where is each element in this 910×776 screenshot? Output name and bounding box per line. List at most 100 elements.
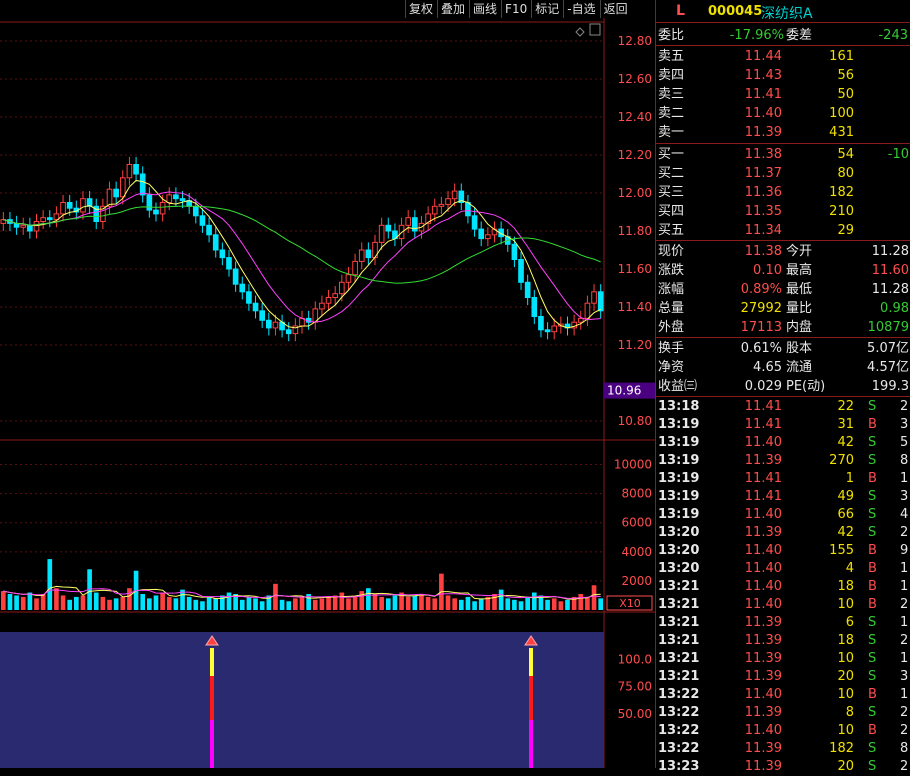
tick-price: 11.39	[744, 651, 782, 666]
candle-body	[471, 215, 478, 230]
fin-value: 0.61%	[740, 341, 782, 356]
bid-row: 买一 11.38 54 -10	[656, 145, 910, 164]
tick-count: 1	[900, 615, 909, 630]
volume-unit-label: X10	[619, 597, 641, 610]
toolbar-button-6[interactable]: 返回	[599, 0, 631, 18]
price-chart[interactable]: 12.80 12.60 12.40 12.20 12.00 11.80 11.60 11.40…	[0, 0, 655, 768]
indicator-bar-top	[529, 648, 533, 676]
volume-bar	[551, 598, 557, 610]
bid-price: 11.37	[744, 166, 782, 181]
candle-body	[20, 224, 27, 228]
candle-body	[126, 164, 133, 179]
candle-body	[365, 249, 372, 259]
candle-body	[531, 297, 538, 317]
volume-bar	[312, 599, 318, 610]
price-tick-label: 12.40	[618, 110, 652, 124]
tick-side: S	[868, 705, 877, 720]
candle-body	[538, 316, 544, 331]
price-tick-label: 11.80	[618, 224, 652, 238]
tick-price: 11.39	[744, 669, 782, 684]
tick-row: 13:19 11.41 1 B 1	[656, 469, 910, 488]
tick-side: S	[868, 525, 877, 540]
stock-code: 000045	[708, 4, 763, 19]
bid-volume: 54	[837, 147, 854, 162]
bid-row: 买三 11.36 182	[656, 183, 910, 202]
volume-bar	[173, 598, 179, 610]
tick-volume: 49	[837, 489, 854, 504]
tick-count: 2	[900, 597, 909, 612]
candle-body	[445, 198, 451, 205]
indicator-bar-middle	[210, 676, 214, 720]
candle-body	[325, 297, 332, 304]
volume-bar	[47, 559, 53, 610]
volume-bar	[273, 583, 278, 610]
tick-price: 11.41	[744, 399, 782, 414]
bid-change: -10	[887, 147, 909, 162]
quote-row: 总量 27992 量比 0.98	[656, 299, 910, 318]
toolbar-button-0[interactable]: 复权	[405, 0, 436, 18]
ask-row: 卖二 11.40 100	[656, 104, 910, 123]
candle-body	[345, 274, 352, 283]
moving-average-line	[3, 191, 601, 323]
price-tick-label: 11.20	[618, 338, 652, 352]
toolbar-button-3[interactable]: F10	[501, 0, 530, 18]
quote-label-2: 最高	[786, 263, 813, 278]
price-tick-label: 11.60	[618, 262, 652, 276]
bid-volume: 182	[829, 185, 854, 200]
tick-time: 13:23	[658, 759, 700, 774]
bid-price: 11.36	[744, 185, 782, 200]
tick-volume: 22	[837, 399, 854, 414]
volume-tick-label: 4000	[621, 545, 652, 559]
tick-time: 13:21	[658, 615, 700, 630]
volume-bar	[200, 601, 205, 610]
volume-tick-label: 6000	[621, 516, 652, 530]
tick-volume: 155	[829, 543, 854, 558]
tick-price: 11.40	[744, 687, 782, 702]
candle-body	[385, 224, 392, 232]
candle-body	[106, 188, 113, 207]
quote-value-2: 11.60	[871, 263, 909, 278]
volume-bar	[531, 592, 537, 610]
volume-bar	[558, 601, 564, 610]
weibi-row: 委比 -17.96% 委差 -243	[656, 26, 910, 45]
volume-bar	[239, 599, 245, 610]
tick-time: 13:19	[658, 417, 700, 432]
tick-volume: 10	[837, 723, 854, 738]
volume-bar	[80, 595, 86, 610]
fin-value-2: 4.57亿	[867, 360, 909, 375]
tick-count: 1	[900, 471, 909, 486]
volume-bar	[458, 599, 464, 610]
tick-side: S	[868, 633, 877, 648]
candle-body	[226, 257, 232, 270]
price-tick-label: 12.60	[618, 72, 652, 86]
volume-bar	[286, 601, 292, 610]
volume-bar	[498, 589, 504, 610]
tick-row: 13:18 11.41 22 S 2	[656, 397, 910, 416]
volume-bar	[166, 596, 172, 610]
candle-body	[146, 194, 153, 211]
volume-bar	[512, 599, 517, 610]
toolbar-button-2[interactable]: 画线	[469, 0, 500, 18]
volume-bar	[14, 595, 19, 610]
toolbar-button-4[interactable]: 标记	[531, 0, 562, 18]
tick-row: 13:22 11.39 8 S 2	[656, 703, 910, 722]
candle-body	[511, 243, 518, 261]
quote-value-2: 11.28	[871, 282, 909, 297]
ask-label: 卖二	[658, 106, 685, 121]
candle-body	[60, 202, 66, 215]
toolbar-button-1[interactable]: 叠加	[437, 0, 468, 18]
tick-side: S	[868, 651, 877, 666]
fin-row: 换手 0.61% 股本 5.07亿	[656, 339, 910, 358]
toolbar-button-5[interactable]: -自选	[563, 0, 598, 18]
tick-time: 13:21	[658, 633, 700, 648]
candle-body	[451, 190, 458, 200]
tick-row: 13:19 11.40 42 S 5	[656, 433, 910, 452]
indicator-panel-bg	[0, 632, 604, 768]
tick-row: 13:19 11.40 66 S 4	[656, 505, 910, 524]
volume-tick-label: 10000	[614, 458, 652, 472]
volume-bar	[452, 598, 457, 610]
moving-average-line	[3, 179, 601, 329]
tick-time: 13:21	[658, 651, 700, 666]
tick-price: 11.39	[744, 741, 782, 756]
tick-side: B	[868, 579, 877, 594]
